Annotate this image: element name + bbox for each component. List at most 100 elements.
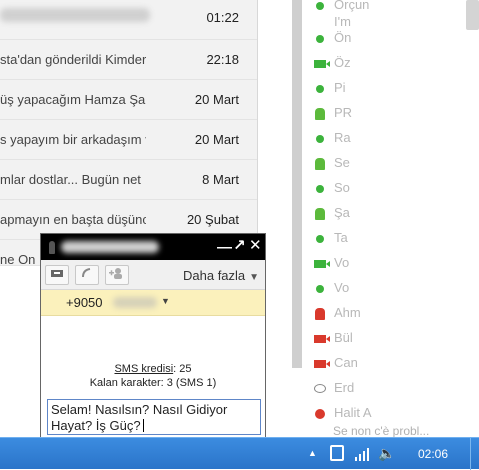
email-date: 22:18 [206, 52, 239, 67]
contact-name: Ra [334, 130, 351, 145]
contact-name: Halit A [334, 405, 372, 420]
sms-credits-value: : 25 [173, 363, 192, 375]
volume-icon[interactable]: 🔈 [378, 445, 395, 462]
contact-name: Pi [334, 80, 346, 95]
contact-item[interactable]: Halit A [313, 404, 453, 424]
sms-credits-link[interactable]: SMS kredisi [114, 363, 173, 375]
contact-item[interactable]: Pi [313, 79, 453, 99]
contact-item[interactable]: Ra [313, 129, 453, 149]
online-status-icon [313, 182, 327, 196]
contact-item[interactable]: Se [313, 154, 453, 174]
sms-chat-window: — ↗ ✕ Daha fazla ▼ +9050 ▼ SMS kredisi: 2… [40, 233, 266, 439]
popout-button[interactable]: ↗ [233, 238, 246, 254]
email-subject: üş yapacağım Hamza Şa [0, 92, 146, 107]
contact-item[interactable]: So [313, 179, 453, 199]
contact-item[interactable]: Ahm [313, 304, 453, 324]
video-chat-icon[interactable] [45, 265, 69, 285]
email-row[interactable]: mlar dostlar... Bugün net 8 Mart [0, 160, 257, 200]
contact-name: PR [334, 105, 353, 120]
online-status-icon [313, 232, 327, 246]
online-status-icon [313, 282, 327, 296]
network-signal-icon[interactable] [355, 447, 371, 461]
contact-name: Ahm [334, 305, 361, 320]
contact-name: So [334, 180, 350, 195]
email-row[interactable]: s yapayım bir arkadaşım v 20 Mart [0, 120, 257, 160]
chevron-down-icon: ▼ [161, 296, 170, 306]
chat-contact-name [61, 241, 159, 253]
contact-item[interactable]: Bül [313, 329, 453, 349]
android-icon [313, 207, 327, 221]
redacted-subject [0, 8, 150, 22]
phone-number-selector[interactable]: +9050 ▼ [41, 290, 265, 316]
contact-name: Can [334, 355, 358, 370]
android-icon [313, 157, 327, 171]
more-dropdown[interactable]: Daha fazla ▼ [183, 268, 259, 283]
video-busy-icon [313, 357, 330, 371]
email-date: 20 Mart [194, 132, 239, 147]
contact-item[interactable]: PR [313, 104, 453, 124]
contact-name: Bül [334, 330, 353, 345]
more-dropdown-label: Daha fazla [183, 268, 246, 283]
contact-name: Orçun [334, 0, 370, 12]
email-subject: mlar dostlar... Bugün net [0, 172, 141, 187]
show-desktop-button[interactable] [470, 438, 479, 470]
contact-name: Şa [334, 205, 350, 220]
remaining-characters: Kalan karakter: 3 (SMS 1) [89, 377, 217, 389]
sidebar-scrollbar-thumb[interactable] [292, 0, 302, 368]
email-row[interactable]: sta'dan gönderildi Kimder 22:18 [0, 40, 257, 80]
message-input[interactable]: Selam! Nasılsın? Nasıl Gidiyor Hayat? İş… [47, 399, 261, 435]
clock[interactable]: 02:06 [418, 447, 448, 461]
android-busy-icon [313, 307, 327, 321]
speech-bubble-icon [313, 382, 327, 396]
contact-item[interactable]: Öz [313, 54, 453, 74]
contact-name: Öz [334, 55, 351, 70]
status-icon [313, 16, 327, 30]
contact-name: Ön [334, 30, 352, 45]
contact-item[interactable]: Erd [313, 379, 453, 399]
show-hidden-icons[interactable]: ▲ [308, 448, 317, 458]
add-user-icon[interactable] [105, 265, 129, 285]
online-status-icon [313, 82, 327, 96]
contact-name: I'm [334, 14, 351, 29]
email-row[interactable]: üş yapacağım Hamza Şa 20 Mart [0, 80, 257, 120]
list-divider [257, 0, 258, 266]
contact-item[interactable]: Can [313, 354, 453, 374]
email-date: 20 Mart [194, 92, 239, 107]
chat-title-bar[interactable]: — ↗ ✕ [41, 234, 265, 260]
contact-item[interactable]: Vo [313, 254, 453, 274]
contact-name: Se [334, 155, 350, 170]
contact-name: Vo [334, 280, 350, 295]
email-date: 01:22 [206, 10, 239, 25]
contact-item[interactable]: Ön [313, 29, 453, 49]
phone-icon[interactable] [75, 265, 99, 285]
chevron-down-icon: ▼ [249, 272, 260, 283]
email-date: 20 Şubat [186, 212, 239, 227]
text-caret [142, 419, 144, 432]
sidebar-scrollbar[interactable] [292, 0, 302, 437]
contact-status-message: Se non c'è probl... [333, 424, 430, 438]
contact-name: Erd [334, 380, 355, 395]
contact-item[interactable]: Ta [313, 229, 453, 249]
email-subject: s yapayım bir arkadaşım v [0, 132, 146, 147]
contact-name: Ta [334, 230, 348, 245]
contact-item[interactable]: Vo [313, 279, 453, 299]
message-input-text: Selam! Nasılsın? Nasıl Gidiyor Hayat? İş… [51, 402, 228, 433]
email-subject: sta'dan gönderildi Kimder [0, 52, 146, 67]
chat-toolbar: Daha fazla ▼ [41, 260, 265, 290]
redacted-phone-digits [113, 297, 157, 308]
lock-icon [49, 241, 55, 254]
phone-number: +9050 [66, 295, 103, 310]
email-row[interactable]: 01:22 [0, 0, 257, 40]
contact-item[interactable]: Şa [313, 204, 453, 224]
minimize-button[interactable]: — [217, 240, 232, 256]
email-subject: apmayın en başta düşünc [0, 212, 146, 227]
close-button[interactable]: ✕ [249, 238, 262, 254]
busy-status-icon [313, 407, 327, 421]
action-center-icon[interactable] [330, 445, 344, 461]
video-busy-icon [313, 332, 330, 346]
online-status-icon [313, 32, 327, 46]
sms-info: SMS kredisi: 25 Kalan karakter: 3 (SMS 1… [41, 362, 265, 390]
video-status-icon [313, 57, 330, 71]
contact-name: Vo [334, 255, 350, 270]
page-scrollbar-thumb[interactable] [466, 0, 479, 30]
